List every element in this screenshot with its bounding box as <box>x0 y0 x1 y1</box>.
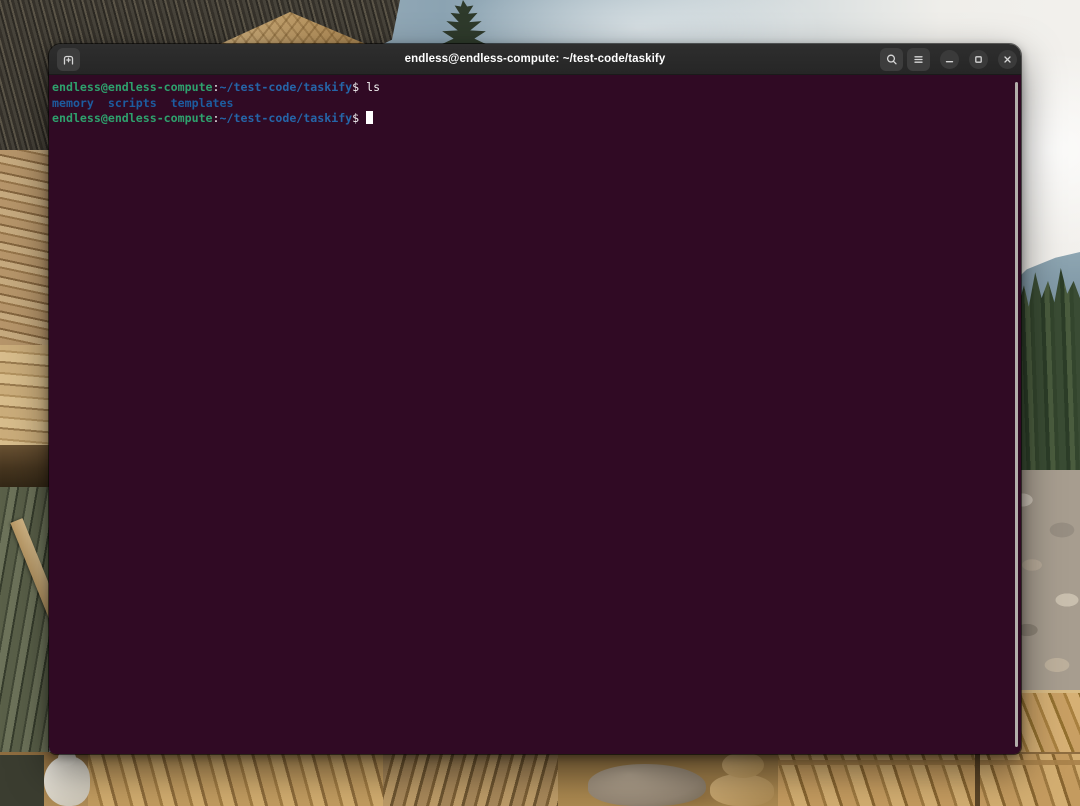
wallpaper-dark-beam <box>0 445 49 487</box>
directory-entry: scripts <box>108 96 157 110</box>
tab-new-icon <box>61 52 76 67</box>
titlebar-right-controls <box>876 48 1017 71</box>
prompt-symbol: $ <box>352 80 359 94</box>
prompt-separator: : <box>213 80 220 94</box>
minimize-icon <box>943 53 956 66</box>
prompt-symbol: $ <box>352 111 359 125</box>
wallpaper-leaning-planks-dark <box>383 754 558 806</box>
directory-entry: templates <box>171 96 234 110</box>
new-tab-button[interactable] <box>57 48 80 71</box>
terminal-screen[interactable]: endless@endless-compute:~/test-code/task… <box>49 75 1021 754</box>
search-button[interactable] <box>880 48 903 71</box>
close-icon <box>1001 53 1014 66</box>
maximize-button[interactable] <box>969 50 988 69</box>
maximize-icon <box>972 53 985 66</box>
titlebar[interactable]: endless@endless-compute: ~/test-code/tas… <box>49 44 1021 75</box>
close-button[interactable] <box>998 50 1017 69</box>
wallpaper-dark-corner <box>0 755 44 806</box>
wallpaper-boulder <box>588 764 706 806</box>
terminal-window[interactable]: endless@endless-compute: ~/test-code/tas… <box>49 44 1021 754</box>
terminal-line-ls-output: memory scripts templates <box>52 96 1018 112</box>
wallpaper-crate-rail <box>778 760 1080 765</box>
wallpaper-shingles <box>0 150 49 345</box>
terminal-line-prompt-2: endless@endless-compute:~/test-code/task… <box>52 111 1018 127</box>
prompt-path: ~/test-code/taskify <box>220 80 353 94</box>
scrollbar[interactable] <box>1015 82 1018 747</box>
text-cursor <box>366 111 373 124</box>
search-icon <box>884 52 899 67</box>
titlebar-left-controls <box>53 48 80 71</box>
wallpaper-stacked-stone-top <box>722 752 764 778</box>
wallpaper-planks <box>0 345 49 445</box>
hamburger-menu-icon <box>911 52 926 67</box>
menu-button[interactable] <box>907 48 930 71</box>
prompt-separator: : <box>213 111 220 125</box>
directory-entry: memory <box>52 96 94 110</box>
prompt-path: ~/test-code/taskify <box>220 111 353 125</box>
prompt-user-host: endless@endless-compute <box>52 80 213 94</box>
prompt-user-host: endless@endless-compute <box>52 111 213 125</box>
terminal-line-prompt-1: endless@endless-compute:~/test-code/task… <box>52 80 1018 96</box>
minimize-button[interactable] <box>940 50 959 69</box>
command-text: ls <box>366 80 380 94</box>
wallpaper-pole <box>975 754 980 806</box>
wallpaper-stacked-stone <box>710 774 774 806</box>
wallpaper-leaning-planks <box>88 754 383 806</box>
